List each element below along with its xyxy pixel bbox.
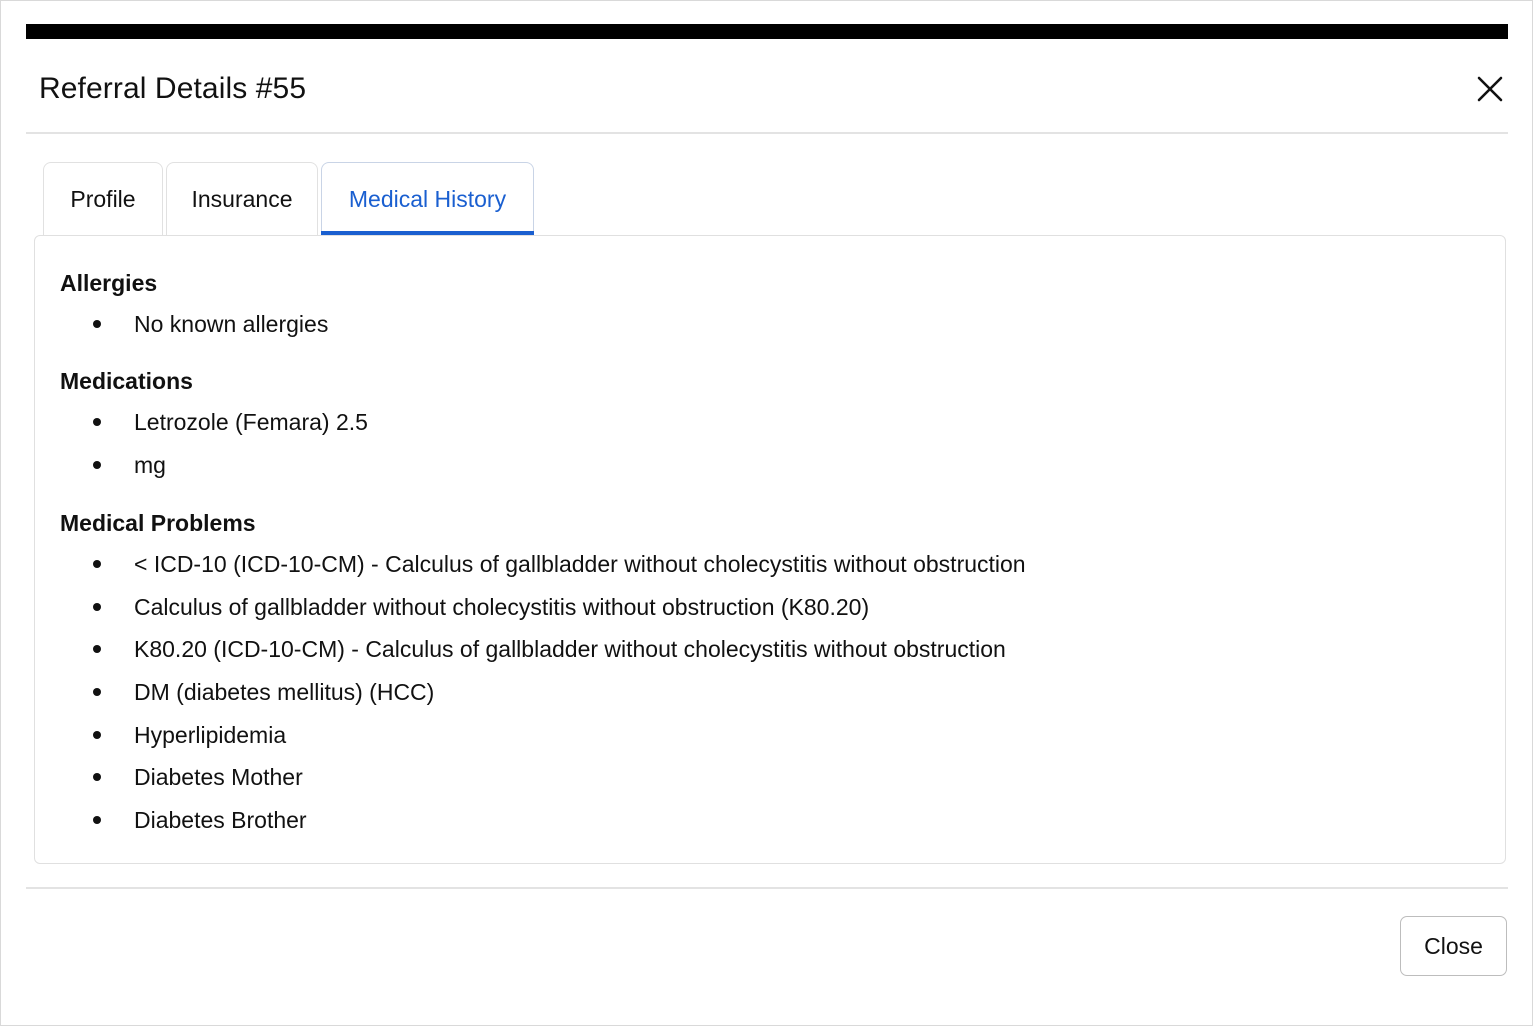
bullet-icon — [93, 418, 101, 426]
medical-problem-item: K80.20 (ICD-10-CM) - Calculus of gallbla… — [134, 636, 1006, 662]
list-item: K80.20 (ICD-10-CM) - Calculus of gallbla… — [93, 633, 1006, 665]
bullet-icon — [93, 688, 101, 696]
medications-heading: Medications — [60, 368, 193, 394]
medication-item: Letrozole (Femara) 2.5 — [134, 409, 368, 435]
close-button[interactable]: Close — [1400, 916, 1507, 976]
bullet-icon — [93, 461, 101, 469]
footer-divider — [26, 887, 1508, 889]
medical-history-panel: Allergies No known allergies Medications… — [34, 235, 1506, 864]
list-item: Hyperlipidemia — [93, 719, 286, 751]
modal-title: Referral Details #55 — [39, 72, 307, 105]
tab-profile[interactable]: Profile — [43, 162, 163, 235]
bullet-icon — [93, 645, 101, 653]
bullet-icon — [93, 731, 101, 739]
medical-problem-item: DM (diabetes mellitus) (HCC) — [134, 679, 435, 705]
tab-bar: Profile Insurance Medical History — [43, 162, 537, 235]
list-item: No known allergies — [93, 308, 328, 340]
medical-problem-item: < ICD-10 (ICD-10-CM) - Calculus of gallb… — [134, 551, 1026, 577]
modal-dialog: Referral Details #55 Profile Insurance M… — [0, 0, 1533, 1026]
top-bar — [26, 24, 1508, 39]
bullet-icon — [93, 603, 101, 611]
medical-problem-item: Diabetes Brother — [134, 807, 307, 833]
header-divider — [26, 132, 1508, 134]
list-item: Calculus of gallbladder without cholecys… — [93, 591, 869, 623]
medical-problem-item: Calculus of gallbladder without cholecys… — [134, 594, 870, 620]
medication-item: mg — [134, 452, 166, 478]
allergies-heading: Allergies — [60, 270, 158, 296]
bullet-icon — [93, 773, 101, 781]
bullet-icon — [93, 320, 101, 328]
list-item: Diabetes Brother — [93, 804, 307, 836]
bullet-icon — [93, 560, 101, 568]
list-item: DM (diabetes mellitus) (HCC) — [93, 676, 434, 708]
list-item: Letrozole (Femara) 2.5 — [93, 406, 368, 438]
list-item: mg — [93, 449, 166, 481]
medical-problems-heading: Medical Problems — [60, 510, 256, 536]
medical-problem-item: Diabetes Mother — [134, 764, 303, 790]
medical-problem-item: Hyperlipidemia — [134, 722, 287, 748]
tab-insurance[interactable]: Insurance — [166, 162, 318, 235]
list-item: Diabetes Mother — [93, 761, 303, 793]
bullet-icon — [93, 816, 101, 824]
list-item: < ICD-10 (ICD-10-CM) - Calculus of gallb… — [93, 548, 1026, 580]
tab-medical-history[interactable]: Medical History — [321, 162, 534, 235]
allergy-item: No known allergies — [134, 311, 329, 337]
close-icon[interactable] — [1472, 71, 1508, 107]
